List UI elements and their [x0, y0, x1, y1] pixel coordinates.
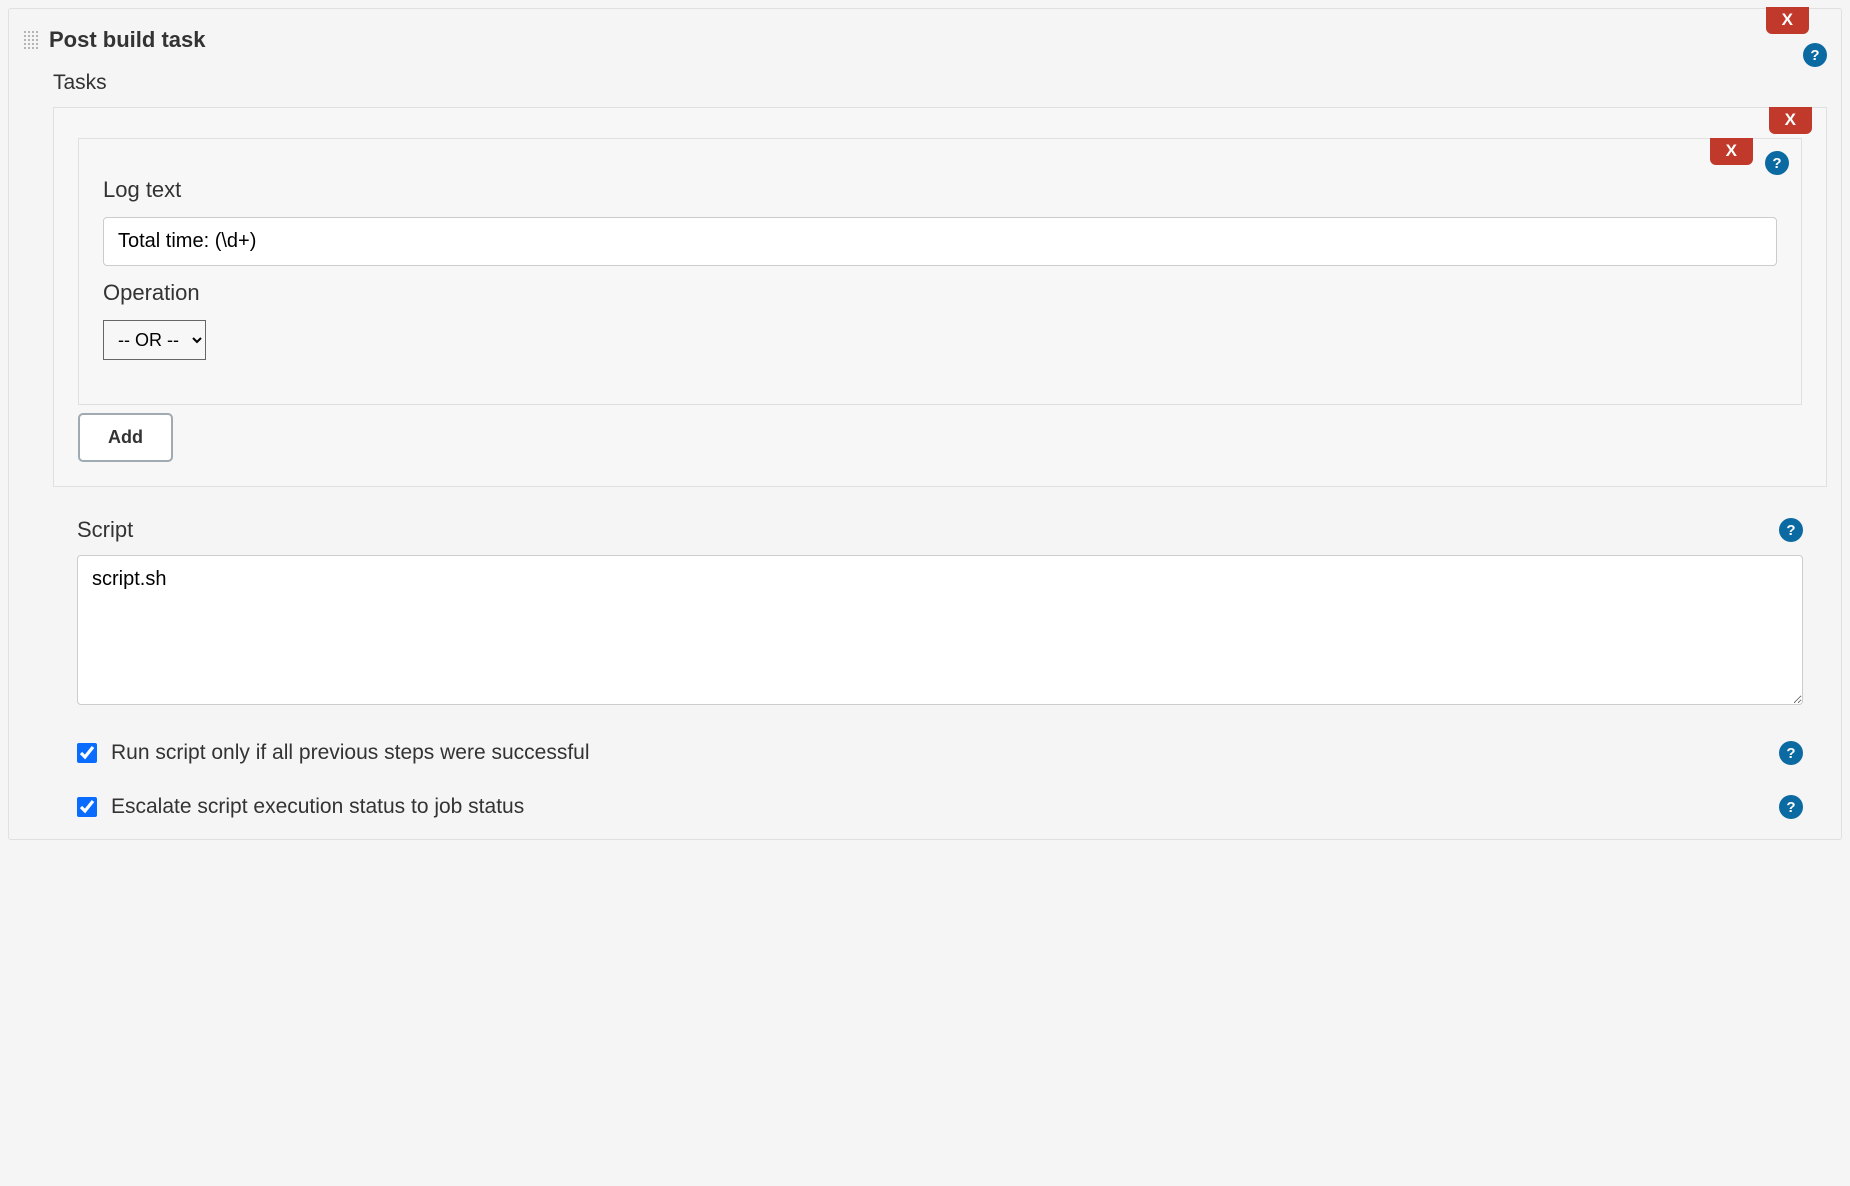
help-icon[interactable]: ?: [1779, 795, 1803, 819]
escalate-label: Escalate script execution status to job …: [111, 795, 1779, 819]
help-icon[interactable]: ?: [1779, 518, 1803, 542]
operation-label: Operation: [103, 280, 1777, 306]
script-label: Script: [77, 517, 133, 543]
operation-select[interactable]: -- OR --: [103, 320, 206, 360]
section-header: Post build task: [9, 9, 1841, 61]
run-if-success-row: Run script only if all previous steps we…: [77, 741, 1803, 765]
drag-handle-icon[interactable]: [23, 30, 39, 50]
post-build-task-panel: X ? Post build task Tasks X X ? Log text…: [8, 8, 1842, 840]
escalate-checkbox[interactable]: [77, 797, 97, 817]
help-icon[interactable]: ?: [1779, 741, 1803, 765]
add-button[interactable]: Add: [78, 413, 173, 462]
run-if-success-checkbox[interactable]: [77, 743, 97, 763]
log-text-input[interactable]: [103, 217, 1777, 266]
run-if-success-label: Run script only if all previous steps we…: [111, 741, 1779, 765]
section-title: Post build task: [49, 27, 205, 53]
tasks-container: X X ? Log text Operation -- OR -- Add: [53, 107, 1827, 487]
escalate-row: Escalate script execution status to job …: [77, 795, 1803, 819]
help-icon[interactable]: ?: [1765, 151, 1789, 175]
script-textarea[interactable]: script.sh: [77, 555, 1803, 705]
tasks-label: Tasks: [9, 61, 1841, 105]
delete-task-button-inner[interactable]: X: [1710, 138, 1753, 165]
log-text-label: Log text: [103, 177, 1777, 203]
script-section: Script ? script.sh Run script only if al…: [53, 517, 1827, 819]
delete-task-button-outer[interactable]: X: [1769, 107, 1812, 134]
task-log-panel: X ? Log text Operation -- OR --: [78, 138, 1802, 405]
